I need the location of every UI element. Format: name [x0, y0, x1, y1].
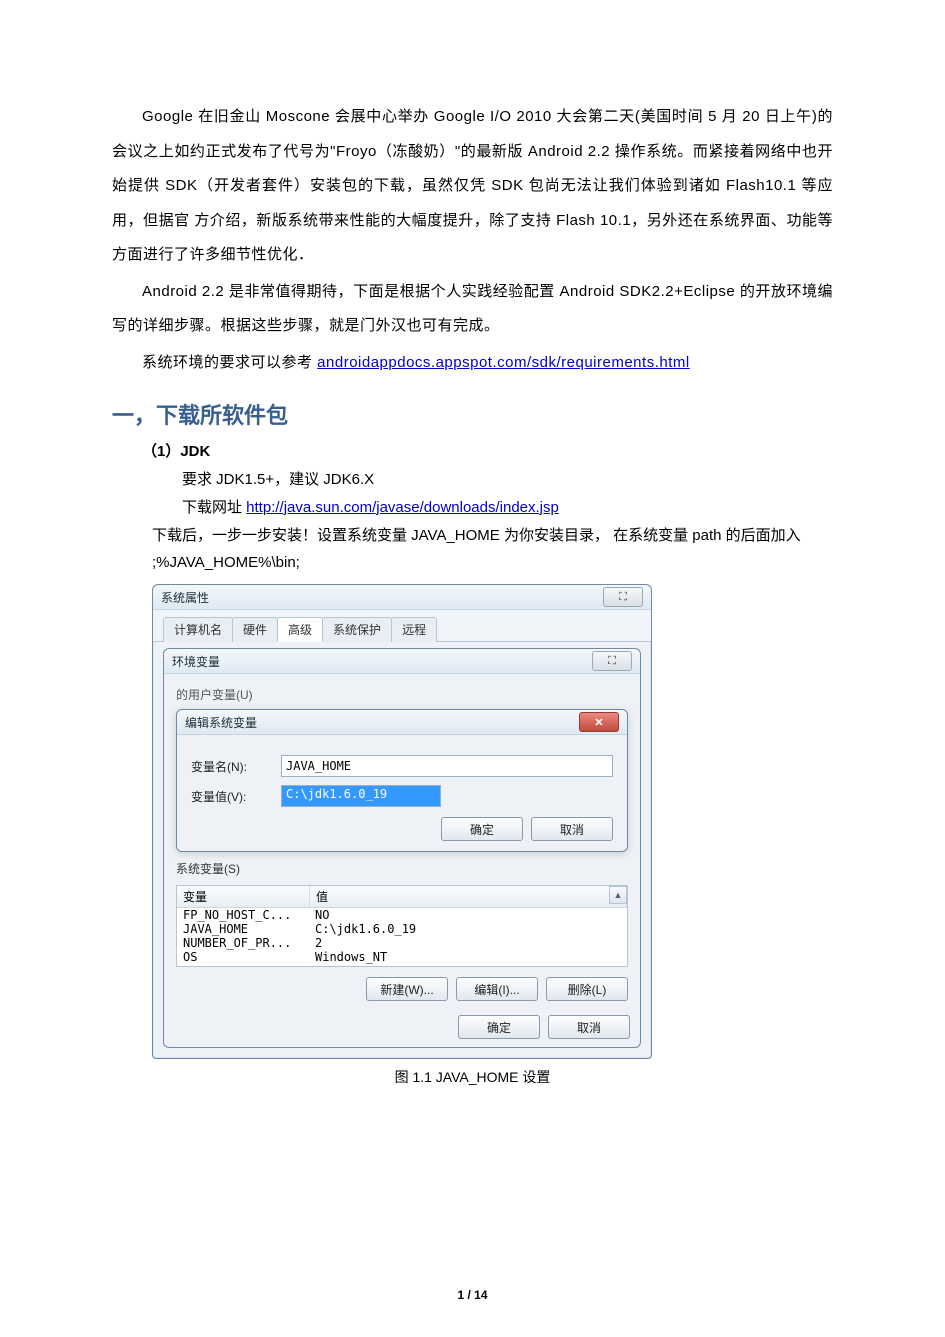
- tab-system-protection[interactable]: 系统保护: [322, 617, 392, 642]
- edit-var-titlebar: 编辑系统变量 ✕: [177, 710, 627, 735]
- requirements-link[interactable]: androidappdocs.appspot.com/sdk/requireme…: [317, 354, 690, 371]
- scroll-up-icon[interactable]: ▲: [609, 886, 627, 904]
- env-titlebar: 环境变量 ⛶: [164, 649, 640, 674]
- environment-variables-window: 环境变量 ⛶ 的用户变量(U) 编辑系统变量 ✕ 变量名(N):: [163, 648, 641, 1048]
- download-prefix: 下载网址: [182, 499, 246, 516]
- col-variable[interactable]: 变量: [177, 886, 310, 907]
- intro-p3-prefix: 系统环境的要求可以参考: [142, 354, 317, 371]
- page-footer: 1 / 14: [112, 1288, 833, 1302]
- table-row[interactable]: JAVA_HOME C:\jdk1.6.0_19: [177, 922, 627, 936]
- edit-ok-button[interactable]: 确定: [441, 817, 523, 841]
- env-title: 环境变量: [172, 653, 592, 670]
- tab-remote[interactable]: 远程: [391, 617, 437, 642]
- variable-name-label: 变量名(N):: [191, 758, 281, 775]
- user-vars-caption: 的用户变量(U): [176, 686, 630, 703]
- table-row[interactable]: OS Windows_NT: [177, 950, 627, 964]
- table-row[interactable]: NUMBER_OF_PR... 2: [177, 936, 627, 950]
- sysvar-delete-button[interactable]: 删除(L): [546, 977, 628, 1001]
- system-properties-window: 系统属性 ⛶ 计算机名 硬件 高级 系统保护 远程 环境变量 ⛶ 的用户变量(U…: [152, 584, 652, 1059]
- system-properties-tabs: 计算机名 硬件 高级 系统保护 远程: [153, 610, 651, 642]
- tab-hardware[interactable]: 硬件: [232, 617, 278, 642]
- system-variables-list[interactable]: 变量 值 FP_NO_HOST_C... NO JAVA_HOME: [176, 885, 628, 967]
- section-1-heading: 一，下载所软件包: [112, 398, 833, 430]
- env-ok-button[interactable]: 确定: [458, 1015, 540, 1039]
- variable-name-input[interactable]: [281, 755, 613, 777]
- tab-advanced[interactable]: 高级: [277, 617, 323, 642]
- jdk-requirement-line: 要求 JDK1.5+，建议 JDK6.X: [182, 467, 833, 493]
- jdk-download-line: 下载网址 http://java.sun.com/javase/download…: [182, 495, 833, 521]
- table-row[interactable]: FP_NO_HOST_C... NO: [177, 908, 627, 922]
- jdk-subheading: （1）JDK: [142, 440, 833, 461]
- intro-paragraph-3: 系统环境的要求可以参考 androidappdocs.appspot.com/s…: [112, 346, 833, 381]
- env-cancel-button[interactable]: 取消: [548, 1015, 630, 1039]
- edit-var-title: 编辑系统变量: [185, 714, 579, 731]
- jdk-install-instructions: 下载后，一步一步安装！设置系统变量 JAVA_HOME 为你安装目录， 在系统变…: [152, 522, 833, 576]
- system-properties-title: 系统属性: [161, 589, 603, 606]
- intro-paragraph-1: Google 在旧金山 Moscone 会展中心举办 Google I/O 20…: [112, 100, 833, 273]
- list-header: 变量 值: [177, 886, 627, 908]
- sysvar-new-button[interactable]: 新建(W)...: [366, 977, 448, 1001]
- close-icon[interactable]: ⛶: [592, 651, 632, 671]
- figure-caption: 图 1.1 JAVA_HOME 设置: [112, 1067, 833, 1087]
- system-variables-caption: 系统变量(S): [176, 860, 628, 877]
- close-icon[interactable]: ✕: [579, 712, 619, 732]
- edit-system-variable-dialog: 编辑系统变量 ✕ 变量名(N): 变量值(V): C:\jdk1.6.0_19: [176, 709, 628, 852]
- jdk-download-link[interactable]: http://java.sun.com/javase/downloads/ind…: [246, 499, 559, 516]
- tab-computer-name[interactable]: 计算机名: [163, 617, 233, 642]
- variable-value-input[interactable]: C:\jdk1.6.0_19: [281, 785, 441, 807]
- system-properties-titlebar: 系统属性 ⛶: [153, 585, 651, 610]
- col-value[interactable]: 值: [310, 886, 627, 907]
- edit-cancel-button[interactable]: 取消: [531, 817, 613, 841]
- embedded-dialog-figure: 系统属性 ⛶ 计算机名 硬件 高级 系统保护 远程 环境变量 ⛶ 的用户变量(U…: [152, 584, 652, 1059]
- intro-paragraph-2: Android 2.2 是非常值得期待，下面是根据个人实践经验配置 Androi…: [112, 275, 833, 344]
- variable-value-label: 变量值(V):: [191, 788, 281, 805]
- sysvar-edit-button[interactable]: 编辑(I)...: [456, 977, 538, 1001]
- close-icon[interactable]: ⛶: [603, 587, 643, 607]
